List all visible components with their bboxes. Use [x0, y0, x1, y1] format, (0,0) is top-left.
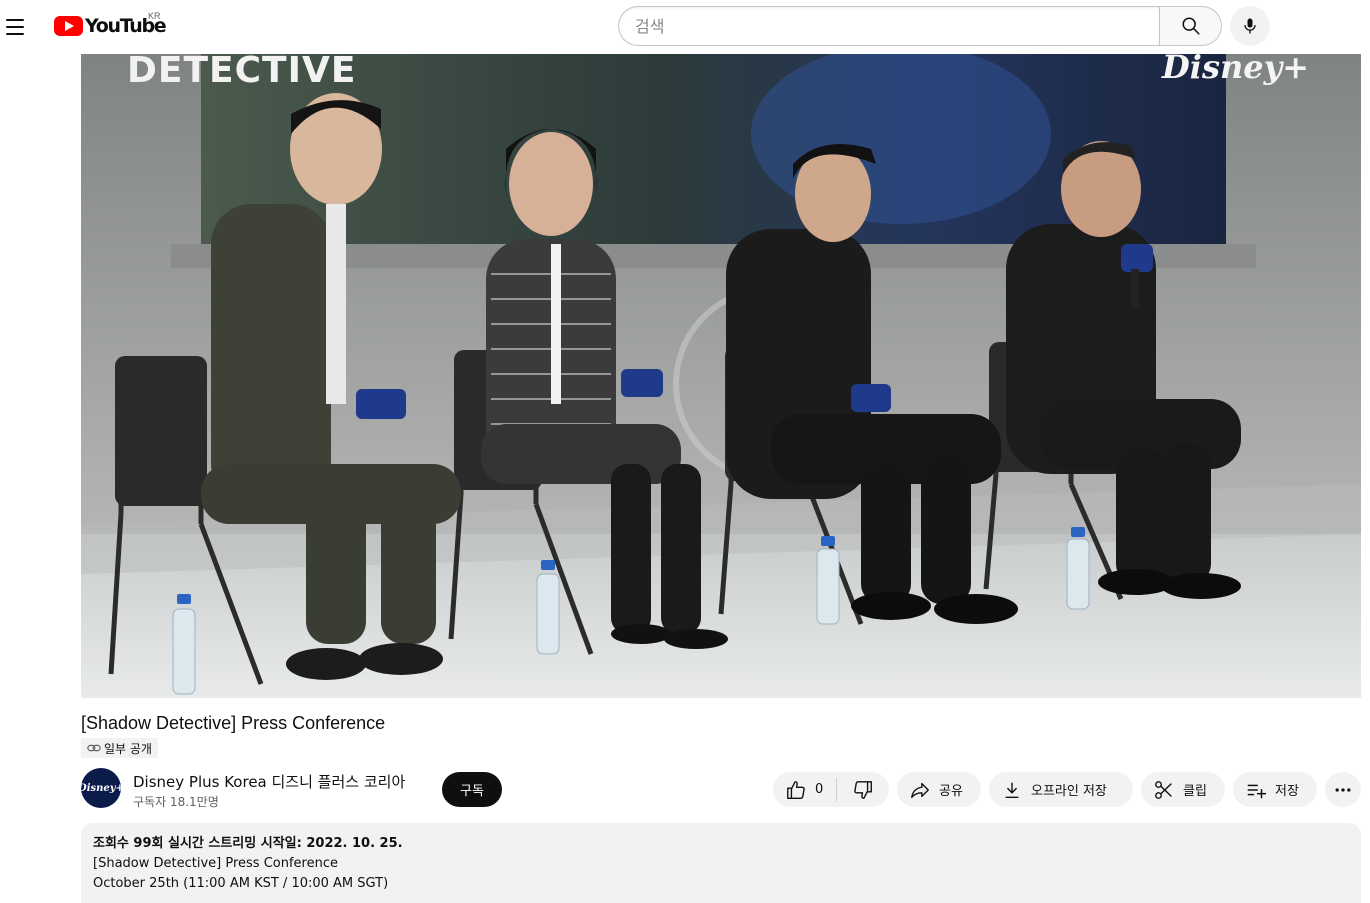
video-title: [Shadow Detective] Press Conference: [81, 713, 386, 733]
more-horizontal-icon: [1335, 787, 1351, 792]
like-dislike-group: 0: [773, 772, 889, 807]
download-icon: [1005, 782, 1019, 798]
view-count-and-date: 조회수 99회 실시간 스트리밍 시작일: 2022. 10. 25.: [93, 836, 403, 851]
thumbs-up-icon: [787, 780, 805, 799]
subscriber-count: 구독자 18.1만명: [133, 795, 219, 809]
dislike-button[interactable]: [837, 772, 889, 807]
video-frame: [81, 54, 1361, 698]
privacy-badge: 일부 공개: [81, 738, 158, 758]
menu-icon[interactable]: [6, 9, 30, 45]
description-line-2: October 25th (11:00 AM KST / 10:00 AM SG…: [93, 876, 389, 891]
search-box: [618, 6, 1159, 46]
region-code: KR: [148, 11, 161, 21]
save-to-playlist-button[interactable]: 저장: [1233, 772, 1317, 807]
microphone-icon: [1244, 18, 1256, 34]
video-overlay-brand: Disney+: [1162, 54, 1309, 86]
channel-avatar[interactable]: Disney+: [78, 768, 124, 808]
video-player[interactable]: DETECTIVE Disney+: [81, 54, 1361, 698]
link-icon: [87, 744, 101, 752]
channel-name[interactable]: Disney Plus Korea 디즈니 플러스 코리아: [133, 771, 405, 792]
description-line-1: [Shadow Detective] Press Conference: [93, 856, 338, 871]
search-button[interactable]: [1159, 6, 1222, 46]
more-actions-button[interactable]: [1325, 772, 1361, 807]
video-description[interactable]: 조회수 99회 실시간 스트리밍 시작일: 2022. 10. 25. [Sha…: [81, 823, 1361, 903]
clip-label: 클립: [1183, 784, 1207, 799]
share-label: 공유: [939, 784, 963, 799]
download-button[interactable]: 오프라인 저장: [989, 772, 1133, 807]
thumbs-down-icon: [854, 780, 872, 799]
search-icon: [1181, 17, 1200, 35]
avatar-logo-text: Disney+: [78, 782, 124, 794]
voice-search-button[interactable]: [1230, 6, 1270, 46]
search-input[interactable]: [619, 7, 1159, 45]
clip-button[interactable]: 클립: [1141, 772, 1225, 807]
share-arrow-icon: [911, 782, 929, 798]
video-overlay-title: DETECTIVE: [127, 54, 357, 91]
subscribe-button[interactable]: 구독: [442, 772, 502, 807]
privacy-label: 일부 공개: [104, 741, 152, 756]
share-button[interactable]: 공유: [897, 772, 981, 807]
like-count: 0: [815, 782, 824, 797]
save-label: 저장: [1275, 784, 1299, 799]
download-label: 오프라인 저장: [1031, 784, 1107, 799]
youtube-play-icon: [54, 16, 83, 36]
playlist-add-icon: [1247, 784, 1267, 798]
like-button[interactable]: 0: [773, 772, 836, 807]
masthead: YouTube KR: [0, 0, 1370, 54]
scissors-icon: [1155, 780, 1172, 799]
